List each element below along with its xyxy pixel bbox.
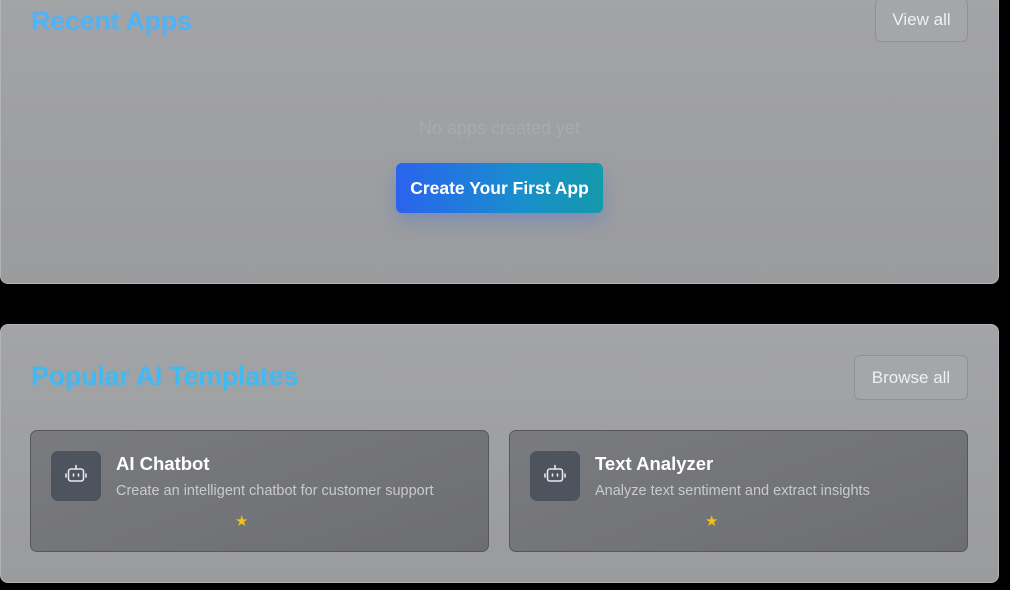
popular-templates-title: Popular AI Templates — [31, 361, 299, 391]
view-all-button[interactable]: View all — [875, 0, 968, 42]
bot-icon — [544, 464, 566, 489]
template-card-description: Create an intelligent chatbot for custom… — [116, 483, 434, 499]
browse-all-button[interactable]: Browse all — [854, 355, 968, 400]
template-card-description: Analyze text sentiment and extract insig… — [595, 483, 870, 499]
bot-icon — [65, 464, 87, 489]
recent-apps-section: Recent Apps View all No apps created yet… — [0, 0, 999, 284]
template-icon-box — [530, 451, 580, 501]
empty-state-text: No apps created yet — [418, 118, 581, 138]
template-card-text-analyzer[interactable]: Text Analyzer Analyze text sentiment and… — [509, 430, 968, 552]
template-card-title: AI Chatbot — [116, 453, 210, 474]
popular-templates-section: Popular AI Templates Browse all AI Chatb… — [0, 324, 999, 583]
recent-apps-title: Recent Apps — [31, 6, 192, 36]
template-card-title: Text Analyzer — [595, 453, 714, 474]
create-first-app-button[interactable]: Create Your First App — [396, 163, 603, 213]
star-icon: ★ — [705, 513, 719, 530]
template-icon-box — [51, 451, 101, 501]
star-icon: ★ — [235, 513, 249, 530]
template-card-ai-chatbot[interactable]: AI Chatbot Create an intelligent chatbot… — [30, 430, 489, 552]
